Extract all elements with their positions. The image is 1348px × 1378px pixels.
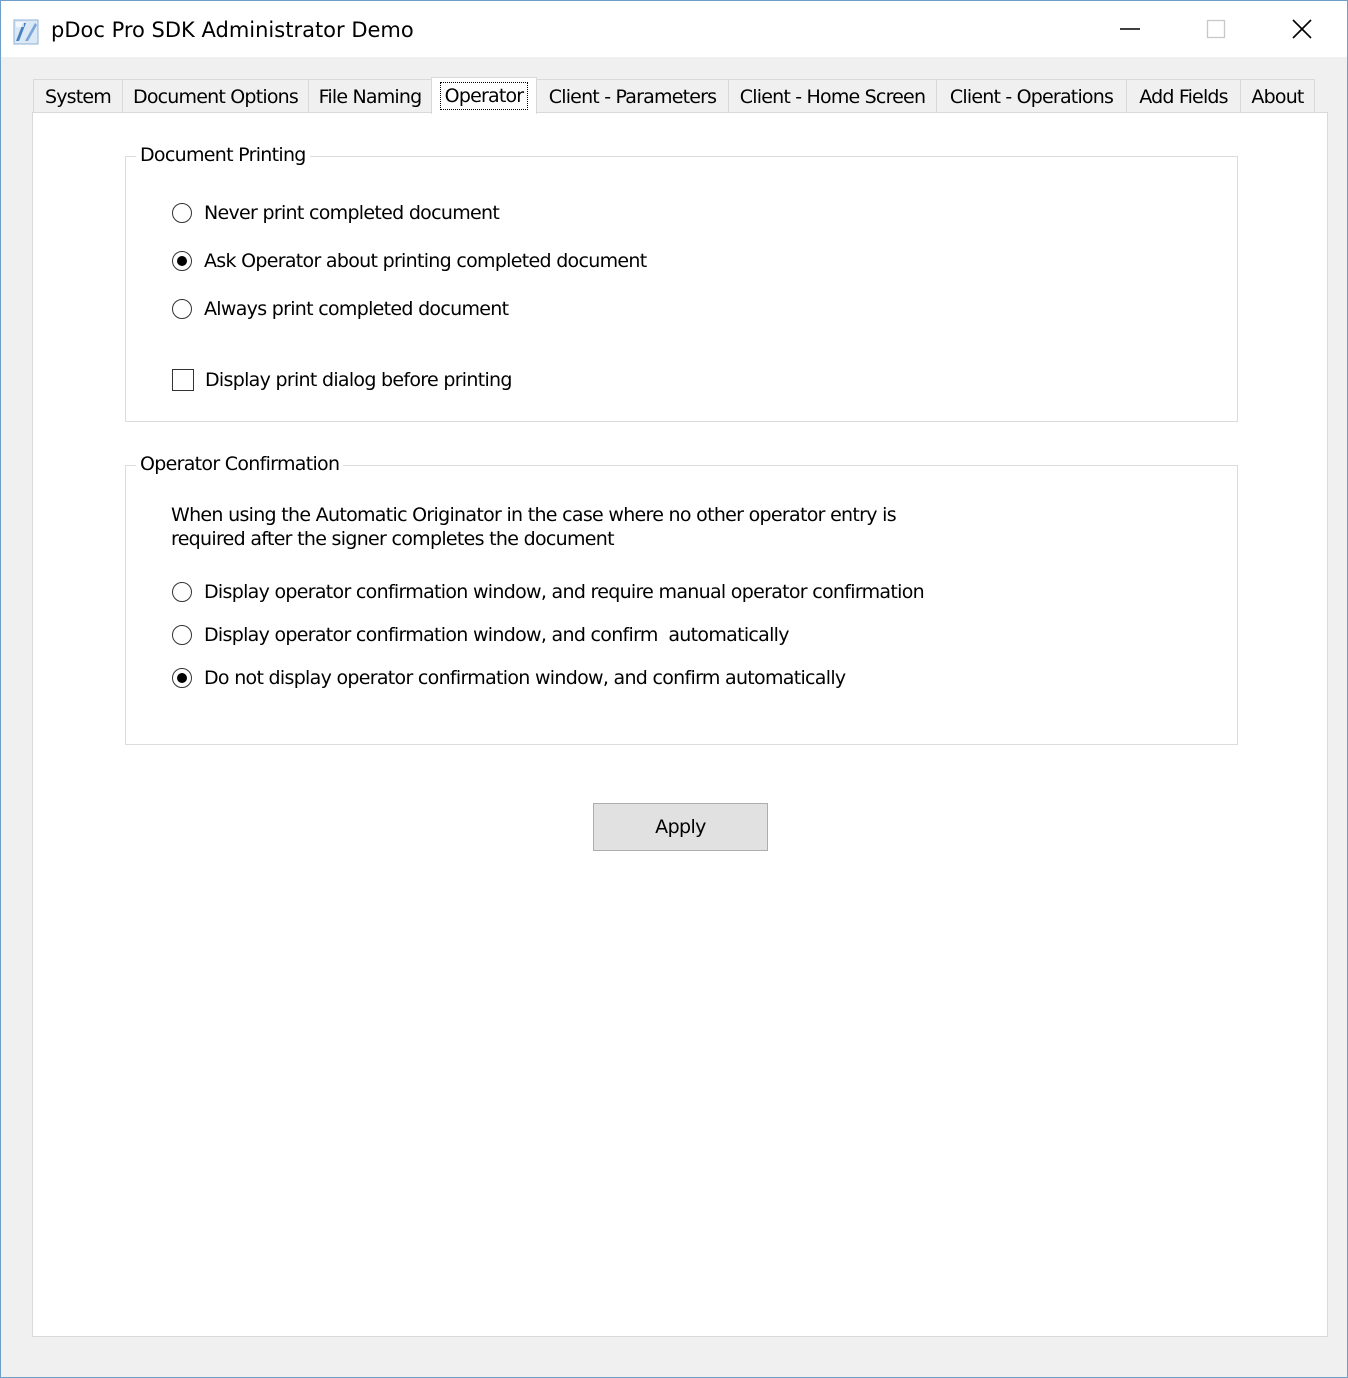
app-window: pDoc Pro SDK Administrator Demo System D… (0, 0, 1348, 1378)
tab-client-parameters[interactable]: Client - Parameters (536, 79, 729, 113)
tab-add-fields[interactable]: Add Fields (1126, 79, 1241, 113)
window-title: pDoc Pro SDK Administrator Demo (51, 18, 414, 42)
display-print-dialog-checkbox[interactable]: Display print dialog before printing (172, 369, 512, 391)
checkbox[interactable] (172, 369, 194, 391)
tab-file-naming[interactable]: File Naming (308, 79, 432, 113)
tab-client-home-screen[interactable]: Client - Home Screen (728, 79, 937, 113)
radio-button-selected[interactable] (172, 668, 192, 688)
description-line: When using the Automatic Originator in t… (171, 504, 897, 526)
auto-confirm-no-display-radio[interactable]: Do not display operator confirmation win… (172, 667, 846, 689)
operator-confirmation-description: When using the Automatic Originator in t… (171, 503, 897, 551)
radio-button-selected[interactable] (172, 251, 192, 271)
title-bar[interactable]: pDoc Pro SDK Administrator Demo (1, 1, 1347, 57)
option-label: Display operator confirmation window, an… (204, 581, 925, 603)
pdoc-app-icon (13, 19, 39, 45)
option-label: Never print completed document (204, 202, 500, 224)
document-printing-group: Document Printing Never print completed … (125, 144, 1238, 422)
radio-dot (177, 256, 187, 266)
tab-label: System (44, 85, 112, 108)
maximize-icon (1206, 19, 1226, 39)
tab-operator[interactable]: Operator (431, 77, 537, 114)
always-print-radio[interactable]: Always print completed document (172, 298, 509, 320)
radio-button[interactable] (172, 299, 192, 319)
close-icon (1292, 19, 1312, 39)
apply-button[interactable]: Apply (593, 803, 768, 851)
tab-label: Operator (439, 82, 529, 110)
checkbox-label: Display print dialog before printing (205, 369, 512, 391)
close-button[interactable] (1259, 1, 1345, 57)
tab-label: Document Options (133, 85, 299, 108)
radio-button[interactable] (172, 582, 192, 602)
tab-label: Client - Parameters (548, 85, 717, 108)
manual-confirmation-radio[interactable]: Display operator confirmation window, an… (172, 581, 925, 603)
operator-tab-panel: Document Printing Never print completed … (32, 112, 1328, 1337)
tab-client-operations[interactable]: Client - Operations (936, 79, 1127, 113)
auto-confirm-display-radio[interactable]: Display operator confirmation window, an… (172, 624, 790, 646)
radio-button[interactable] (172, 625, 192, 645)
tab-label: Add Fields (1139, 85, 1228, 108)
tab-about[interactable]: About (1240, 79, 1315, 113)
tab-document-options[interactable]: Document Options (122, 79, 309, 113)
minimize-button[interactable] (1087, 1, 1173, 57)
tab-label: Client - Operations (949, 85, 1114, 108)
tab-label: File Naming (318, 85, 423, 108)
maximize-button[interactable] (1173, 1, 1259, 57)
tab-system[interactable]: System (33, 79, 123, 113)
tab-label: Client - Home Screen (739, 85, 926, 108)
document-printing-title: Document Printing (136, 144, 310, 166)
option-label: Always print completed document (204, 298, 509, 320)
ask-operator-radio[interactable]: Ask Operator about printing completed do… (172, 250, 647, 272)
operator-confirmation-title: Operator Confirmation (136, 453, 344, 475)
minimize-icon (1120, 28, 1140, 30)
description-line: required after the signer completes the … (171, 528, 615, 550)
radio-button[interactable] (172, 203, 192, 223)
tab-label: About (1251, 85, 1304, 108)
radio-dot (177, 673, 187, 683)
never-print-radio[interactable]: Never print completed document (172, 202, 500, 224)
option-label: Do not display operator confirmation win… (204, 667, 846, 689)
option-label: Display operator confirmation window, an… (204, 624, 790, 646)
option-label: Ask Operator about printing completed do… (204, 250, 647, 272)
operator-confirmation-group: Operator Confirmation When using the Aut… (125, 453, 1238, 745)
tab-strip: System Document Options File Naming Oper… (33, 77, 1327, 114)
